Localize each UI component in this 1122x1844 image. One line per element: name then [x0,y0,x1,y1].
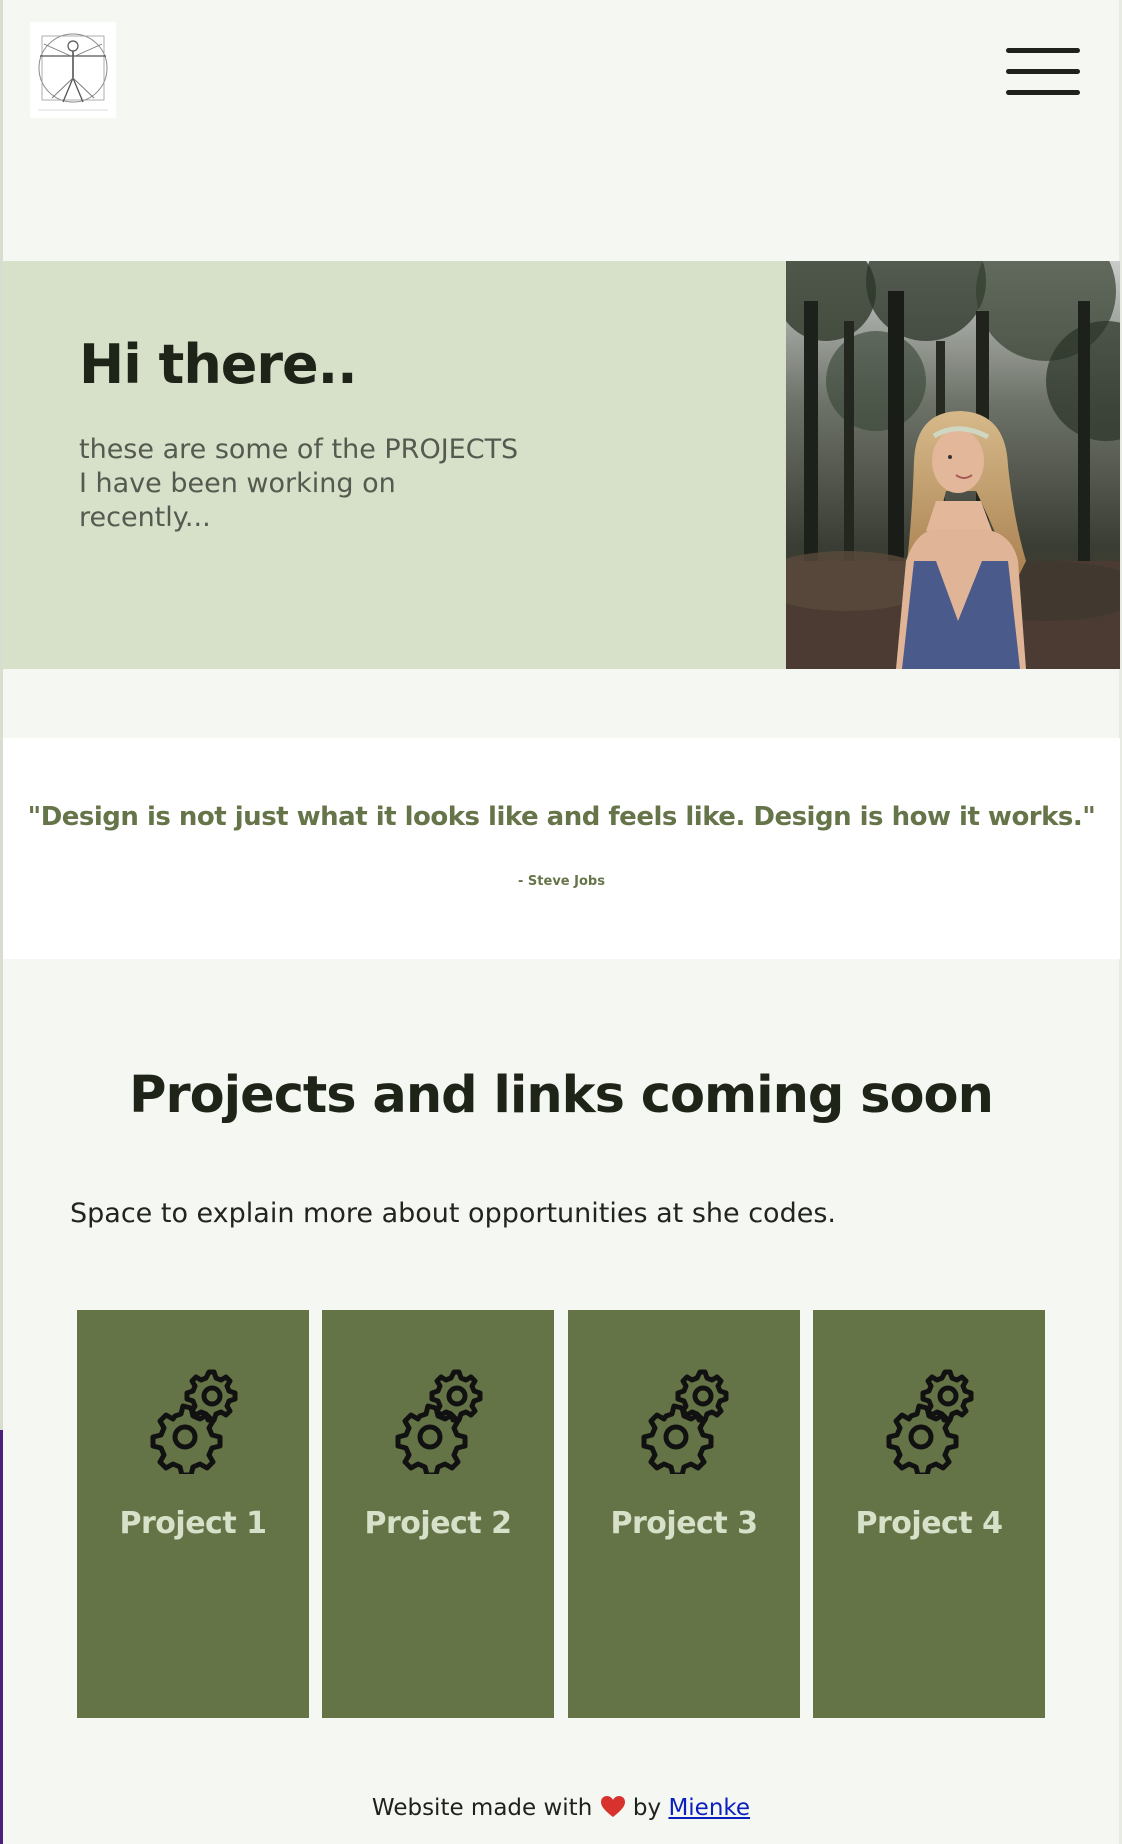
footer-prefix-text: Website made with [371,1795,593,1821]
hero-section: Hi there.. these are some of the PROJECT… [3,261,786,669]
project-card-2[interactable]: Project 2 [322,1310,554,1718]
quote-text: "Design is not just what it looks like a… [27,802,1096,832]
gears-icon [886,1369,974,1474]
author-link[interactable]: Mienke [668,1795,750,1821]
project-card-label: Project 4 [855,1506,1003,1541]
project-card-1[interactable]: Project 1 [77,1310,309,1718]
gears-icon [641,1369,729,1474]
logo-image [30,22,116,118]
projects-description: Space to explain more about opportunitie… [70,1198,836,1229]
project-card-label: Project 2 [364,1506,512,1541]
vitruvian-man-logo[interactable] [30,22,116,118]
quote-author: - Steve Jobs [518,874,605,889]
heart-icon [600,1796,625,1817]
project-card-3[interactable]: Project 3 [568,1310,800,1718]
project-card-4[interactable]: Project 4 [813,1310,1045,1718]
hamburger-icon[interactable] [1006,44,1080,98]
projects-title: Projects and links coming soon [129,1066,994,1125]
project-card-label: Project 1 [119,1506,267,1541]
footer-by-text: by [632,1795,662,1821]
menu-bar [1006,48,1080,53]
project-card-label: Project 3 [610,1506,758,1541]
footer: Website made with by Mienke [0,1795,1122,1821]
menu-bar [1006,69,1080,74]
page-left-edge-accent [0,1430,3,1844]
hero-title: Hi there.. [79,333,358,396]
quote-section: "Design is not just what it looks like a… [3,738,1120,959]
hero-portrait-photo [786,261,1120,669]
gears-icon [150,1369,238,1474]
hero-intro-text: these are some of the PROJECTS I have be… [79,434,519,533]
menu-bar [1006,90,1080,95]
gears-icon [395,1369,483,1474]
